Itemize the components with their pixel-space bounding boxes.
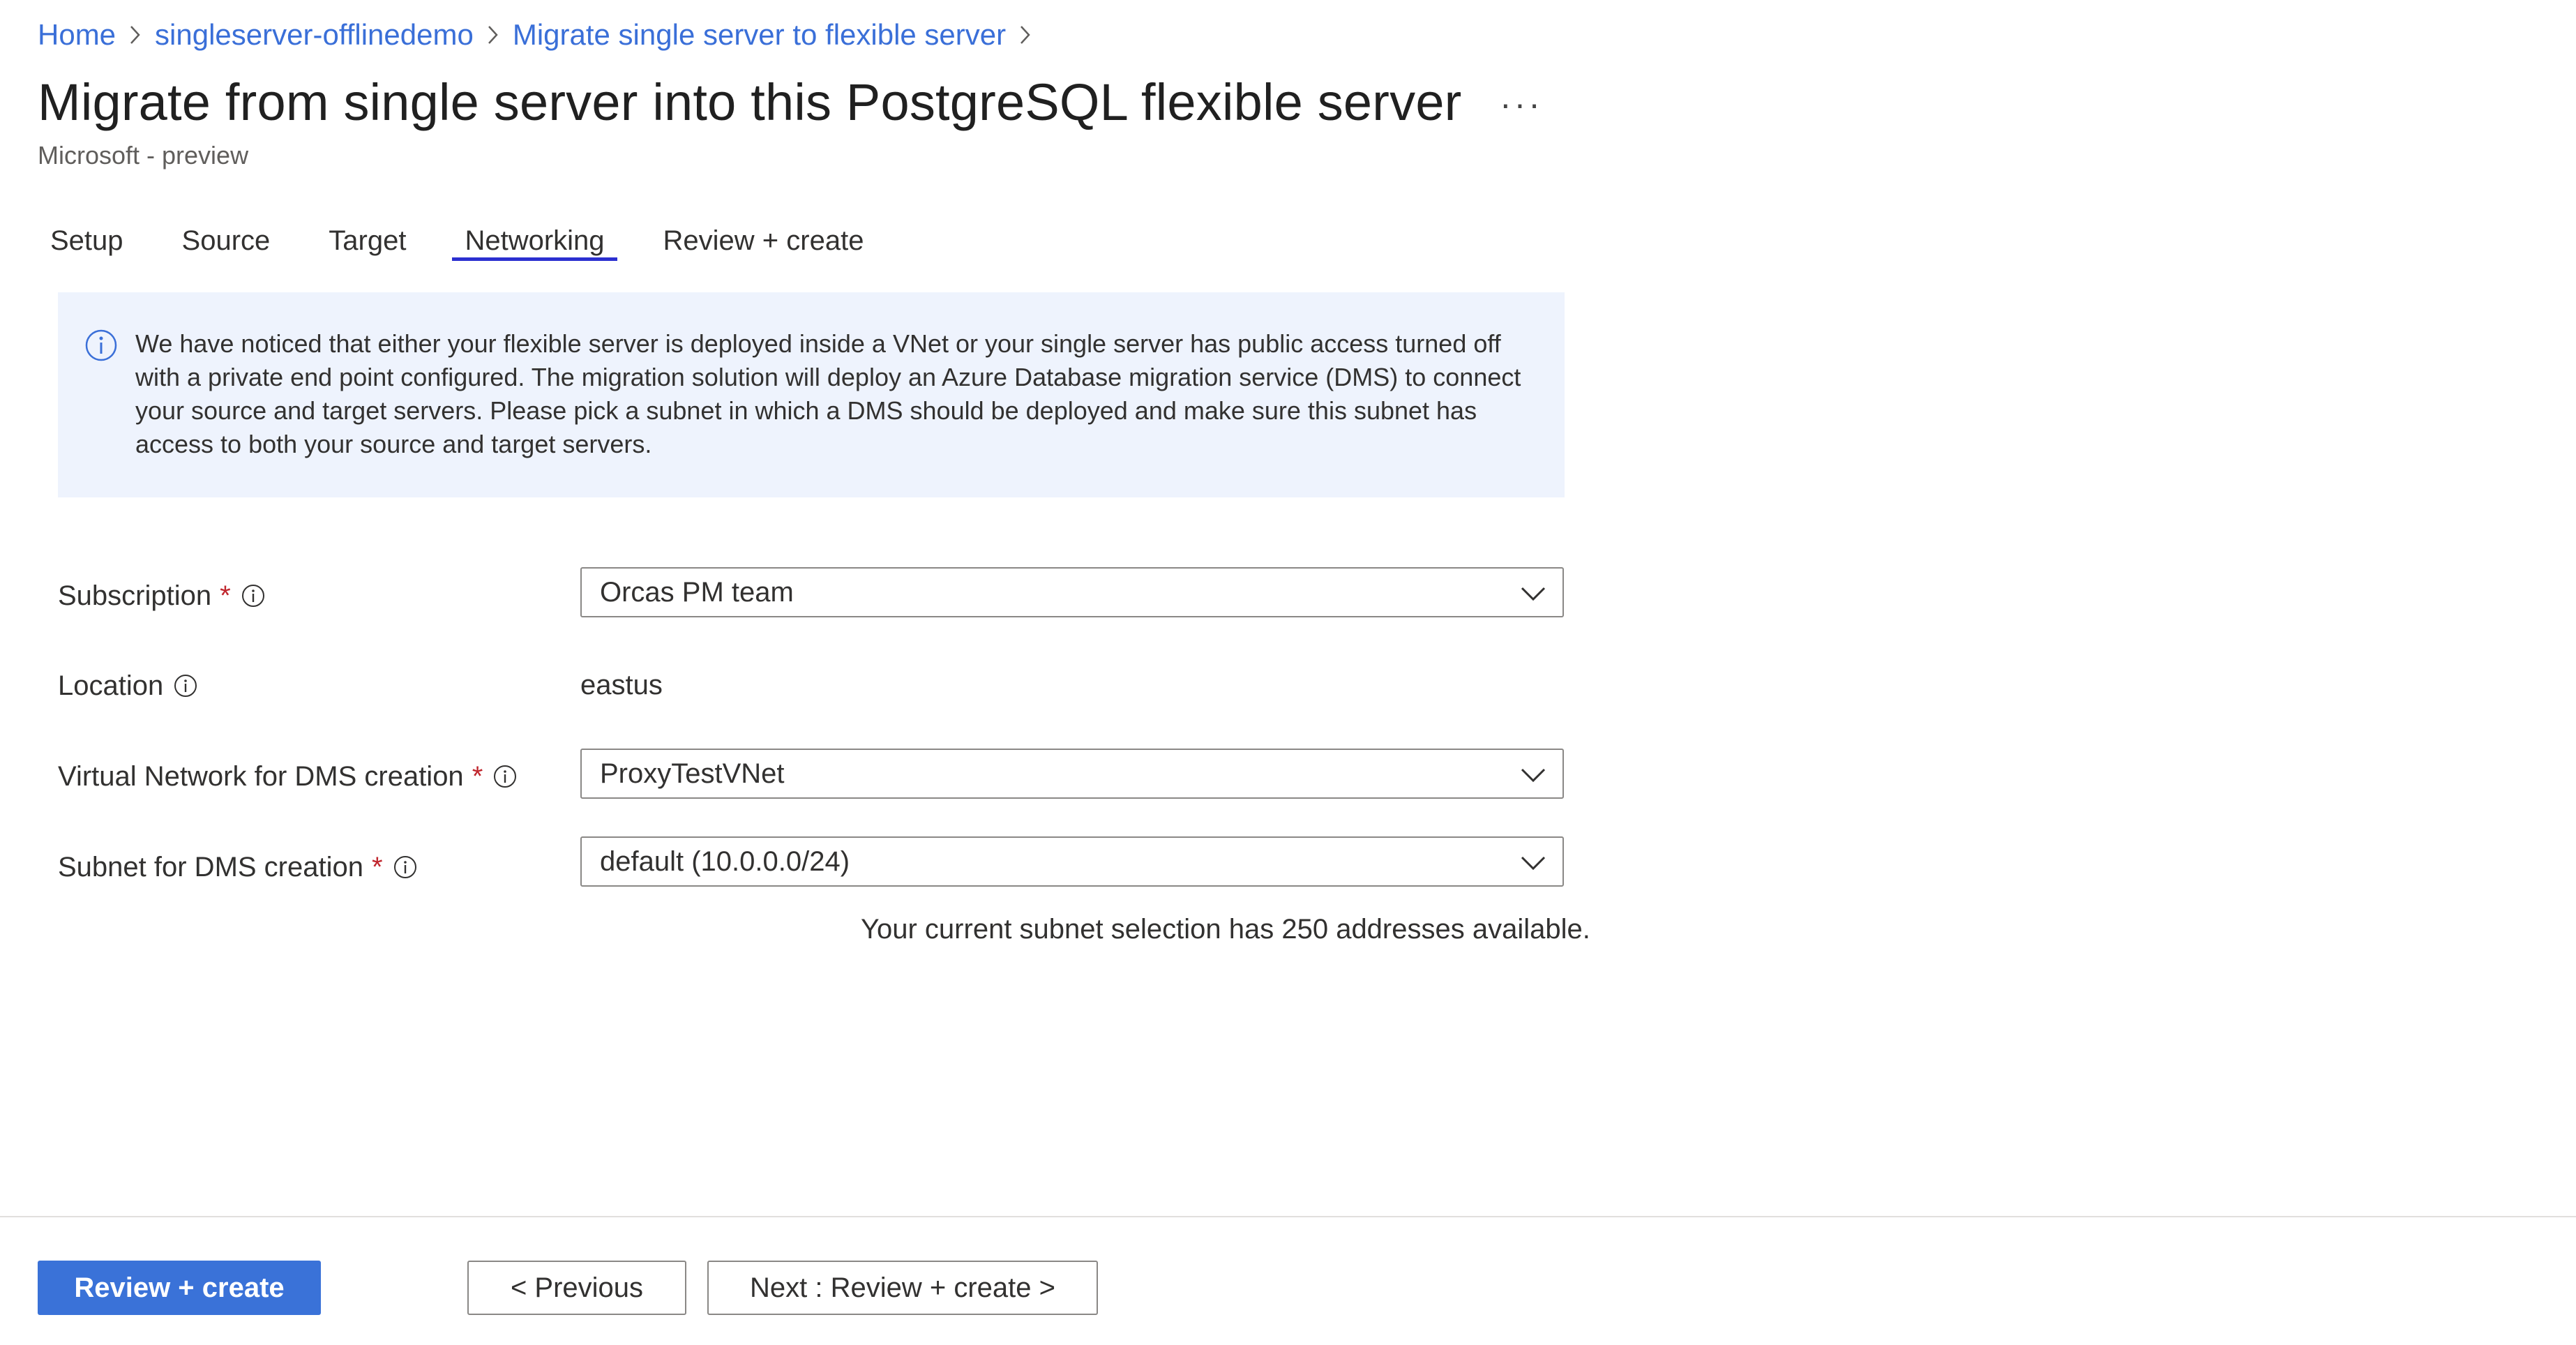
chevron-down-icon <box>1521 587 1546 601</box>
review-create-button[interactable]: Review + create <box>38 1261 321 1315</box>
footer-divider <box>0 1216 2576 1217</box>
info-icon[interactable] <box>393 855 418 880</box>
subnet-label: Subnet for DMS creation * <box>58 848 418 887</box>
subnet-label-text: Subnet for DMS creation <box>58 851 363 882</box>
info-icon[interactable] <box>241 583 266 608</box>
vnet-select[interactable]: ProxyTestVNet <box>580 749 1564 799</box>
tab-target[interactable]: Target <box>316 220 419 265</box>
info-icon <box>85 329 117 361</box>
location-value: eastus <box>580 670 663 700</box>
tab-review-create[interactable]: Review + create <box>651 220 877 265</box>
chevron-down-icon <box>1521 856 1546 871</box>
subnet-select[interactable]: default (10.0.0.0/24) <box>580 836 1564 887</box>
subnet-value: default (10.0.0.0/24) <box>600 846 850 877</box>
previous-button[interactable]: < Previous <box>467 1261 686 1315</box>
chevron-down-icon <box>1521 768 1546 783</box>
subscription-value: Orcas PM team <box>600 576 794 608</box>
breadcrumb-server[interactable]: singleserver-offlinedemo <box>155 18 474 52</box>
wizard-tabs: Setup Source Target Networking Review + … <box>38 220 910 265</box>
chevron-right-icon <box>474 24 513 45</box>
info-icon[interactable] <box>492 764 518 789</box>
page-subtitle: Microsoft - preview <box>38 141 249 170</box>
vnet-label-text: Virtual Network for DMS creation <box>58 760 464 792</box>
breadcrumb: Home singleserver-offlinedemo Migrate si… <box>38 15 1045 54</box>
location-label: Location <box>58 666 198 705</box>
required-marker: * <box>472 760 483 792</box>
required-marker: * <box>220 580 231 611</box>
page-title: Migrate from single server into this Pos… <box>38 73 1462 131</box>
subscription-select[interactable]: Orcas PM team <box>580 567 1564 617</box>
tab-setup[interactable]: Setup <box>38 220 136 265</box>
subscription-label-text: Subscription <box>58 580 212 611</box>
info-icon[interactable] <box>173 673 198 698</box>
more-options-icon[interactable]: ··· <box>1500 84 1543 124</box>
chevron-right-icon <box>1006 24 1045 45</box>
info-banner: We have noticed that either your flexibl… <box>58 292 1565 497</box>
subnet-availability-hint: Your current subnet selection has 250 ad… <box>861 914 1590 945</box>
banner-message: We have noticed that either your flexibl… <box>135 329 1521 458</box>
tab-networking[interactable]: Networking <box>452 220 617 265</box>
chevron-right-icon <box>116 24 155 45</box>
tab-source[interactable]: Source <box>170 220 283 265</box>
breadcrumb-home[interactable]: Home <box>38 18 116 52</box>
subscription-label: Subscription * <box>58 576 266 615</box>
vnet-label: Virtual Network for DMS creation * <box>58 757 518 796</box>
required-marker: * <box>372 851 383 882</box>
vnet-value: ProxyTestVNet <box>600 758 785 789</box>
next-button[interactable]: Next : Review + create > <box>707 1261 1098 1315</box>
breadcrumb-migrate[interactable]: Migrate single server to flexible server <box>513 18 1006 52</box>
location-label-text: Location <box>58 670 164 701</box>
